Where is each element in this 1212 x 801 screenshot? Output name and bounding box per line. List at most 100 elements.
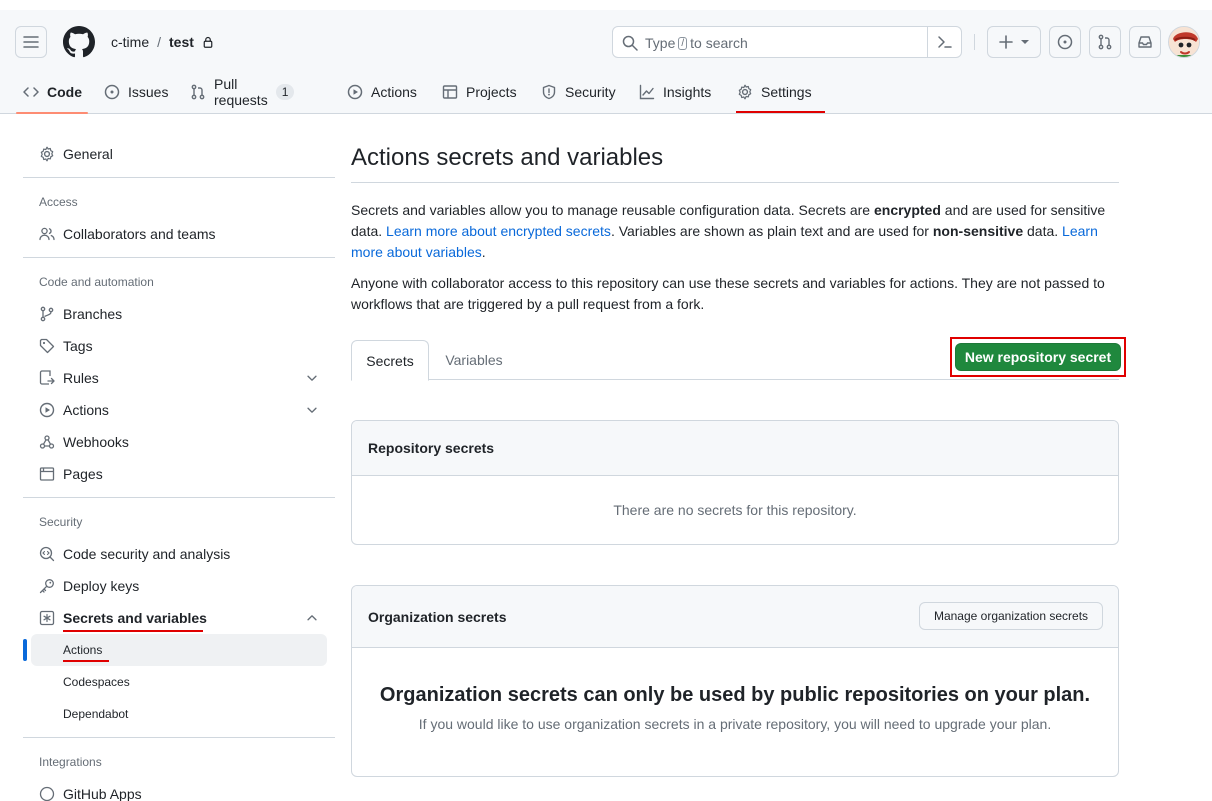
sidebar-item-webhooks[interactable]: Webhooks xyxy=(31,426,327,458)
chevron-up-icon xyxy=(305,611,319,625)
sidebar-item-label: Branches xyxy=(63,306,123,322)
sidebar-heading-code-automation: Code and automation xyxy=(39,275,154,289)
sidebar-item-branches[interactable]: Branches xyxy=(31,298,327,330)
sidebar-item-label: GitHub Apps xyxy=(63,786,142,801)
organization-secrets-header: Organization secrets Manage organization… xyxy=(352,586,1118,648)
sidebar-item-label: General xyxy=(63,146,113,162)
play-icon xyxy=(39,402,55,418)
sidebar-item-collaborators[interactable]: Collaborators and teams xyxy=(31,218,327,250)
shield-icon xyxy=(541,84,557,100)
triangle-down-icon xyxy=(1020,37,1030,47)
gear-icon xyxy=(737,84,753,100)
sidebar-item-label: Actions xyxy=(63,643,103,657)
create-new-button[interactable] xyxy=(987,26,1041,58)
key-asterisk-icon xyxy=(39,610,55,626)
repository-secrets-title: Repository secrets xyxy=(368,440,495,456)
owner-link[interactable]: c-time xyxy=(111,34,149,50)
sidebar-divider xyxy=(23,737,335,738)
repository-secrets-empty-message: There are no secrets for this repository… xyxy=(613,502,857,518)
tab-secrets[interactable]: Secrets xyxy=(351,340,429,381)
tab-actions[interactable]: Actions xyxy=(347,70,417,114)
tag-icon xyxy=(39,338,55,354)
github-logo-icon[interactable] xyxy=(63,26,95,58)
inbox-button[interactable] xyxy=(1129,26,1161,58)
sidebar-item-github-apps[interactable]: GitHub Apps xyxy=(31,778,327,801)
avatar[interactable] xyxy=(1168,26,1200,58)
access-note: Anyone with collaborator access to this … xyxy=(351,275,1105,312)
description-text: Secrets and variables allow you to manag… xyxy=(351,202,874,218)
sidebar-item-actions[interactable]: Actions xyxy=(31,394,327,426)
pull-request-count-badge: 1 xyxy=(275,84,295,100)
search-placeholder: Type / to search xyxy=(645,35,748,51)
issues-button[interactable] xyxy=(1049,26,1081,58)
webhook-icon xyxy=(39,434,55,450)
search-input[interactable]: Type / to search xyxy=(612,26,962,58)
command-palette-button[interactable] xyxy=(927,27,961,57)
organization-blankslate-description: If you would like to use organization se… xyxy=(418,716,1052,732)
sidebar-item-tags[interactable]: Tags xyxy=(31,330,327,362)
sidebar-heading-access: Access xyxy=(39,195,78,209)
sidebar-item-code-security[interactable]: Code security and analysis xyxy=(31,538,327,570)
git-pull-request-icon xyxy=(1097,34,1113,50)
learn-more-secrets-link[interactable]: Learn more about encrypted secrets xyxy=(386,223,611,239)
play-icon xyxy=(347,84,363,100)
sidebar-divider xyxy=(23,257,335,258)
sidebar-item-label: Deploy keys xyxy=(63,578,140,594)
sidebar-item-label: Actions xyxy=(63,402,109,418)
tab-projects[interactable]: Projects xyxy=(442,70,517,114)
tab-label: Settings xyxy=(761,84,812,100)
tab-variables[interactable]: Variables xyxy=(429,340,519,380)
tab-code[interactable]: Code xyxy=(23,70,82,114)
tab-insights[interactable]: Insights xyxy=(639,70,711,114)
repo-push-icon xyxy=(39,370,55,386)
sidebar-item-label: Tags xyxy=(63,338,93,354)
new-repository-secret-button[interactable]: New repository secret xyxy=(955,343,1121,371)
sidebar-subitem-codespaces[interactable]: Codespaces xyxy=(31,666,327,698)
pull-requests-button[interactable] xyxy=(1089,26,1121,58)
organization-secrets-title: Organization secrets xyxy=(368,609,507,625)
sidebar-item-rules[interactable]: Rules xyxy=(31,362,327,394)
sidebar-item-label: Secrets and variables xyxy=(63,610,207,626)
manage-organization-secrets-button[interactable]: Manage organization secrets xyxy=(919,602,1103,630)
description-text: data. xyxy=(1023,223,1063,239)
sidebar-item-deploy-keys[interactable]: Deploy keys xyxy=(31,570,327,602)
sidebar-item-pages[interactable]: Pages xyxy=(31,458,327,490)
tab-settings[interactable]: Settings xyxy=(737,70,812,114)
app-header: c-time / test Type / to search Code Issu… xyxy=(0,10,1212,114)
code-icon xyxy=(23,84,39,100)
tab-security[interactable]: Security xyxy=(541,70,616,114)
gear-icon xyxy=(39,146,55,162)
tab-label: Insights xyxy=(663,84,712,100)
sidebar-subitem-dependabot[interactable]: Dependabot xyxy=(31,698,327,730)
codescan-icon xyxy=(39,546,55,562)
apps-icon xyxy=(39,786,55,801)
active-item-indicator xyxy=(23,639,27,661)
sidebar-item-label: Rules xyxy=(63,370,99,386)
sidebar-item-general[interactable]: General xyxy=(31,138,327,170)
repo-link[interactable]: test xyxy=(169,34,194,50)
chevron-down-icon xyxy=(305,403,319,417)
sidebar-heading-integrations: Integrations xyxy=(39,755,102,769)
issue-opened-icon xyxy=(1057,34,1073,50)
emphasis-encrypted: encrypted xyxy=(873,202,941,218)
issue-opened-icon xyxy=(104,84,120,100)
title-divider xyxy=(351,182,1119,183)
secrets-annotation-underline xyxy=(63,630,203,632)
tab-label: Pull requests xyxy=(214,76,268,108)
settings-annotation-underline xyxy=(736,111,825,113)
selected-tab-indicator xyxy=(16,112,88,114)
tab-label: Security xyxy=(565,84,616,100)
sidebar-item-label: Pages xyxy=(63,466,103,482)
search-prefix: Type xyxy=(645,35,676,51)
sidebar-item-label: Codespaces xyxy=(63,675,130,689)
tab-pull-requests[interactable]: Pull requests 1 xyxy=(190,70,295,114)
people-icon xyxy=(39,226,55,242)
menu-button[interactable] xyxy=(15,26,47,58)
sidebar-heading-security: Security xyxy=(39,515,83,529)
breadcrumb: c-time / test xyxy=(111,34,214,50)
tab-label: Projects xyxy=(466,84,517,100)
graph-icon xyxy=(639,84,655,100)
sidebar-item-label: Collaborators and teams xyxy=(63,226,216,242)
description-paragraph: Secrets and variables allow you to manag… xyxy=(351,200,1119,263)
tab-issues[interactable]: Issues xyxy=(104,70,168,114)
